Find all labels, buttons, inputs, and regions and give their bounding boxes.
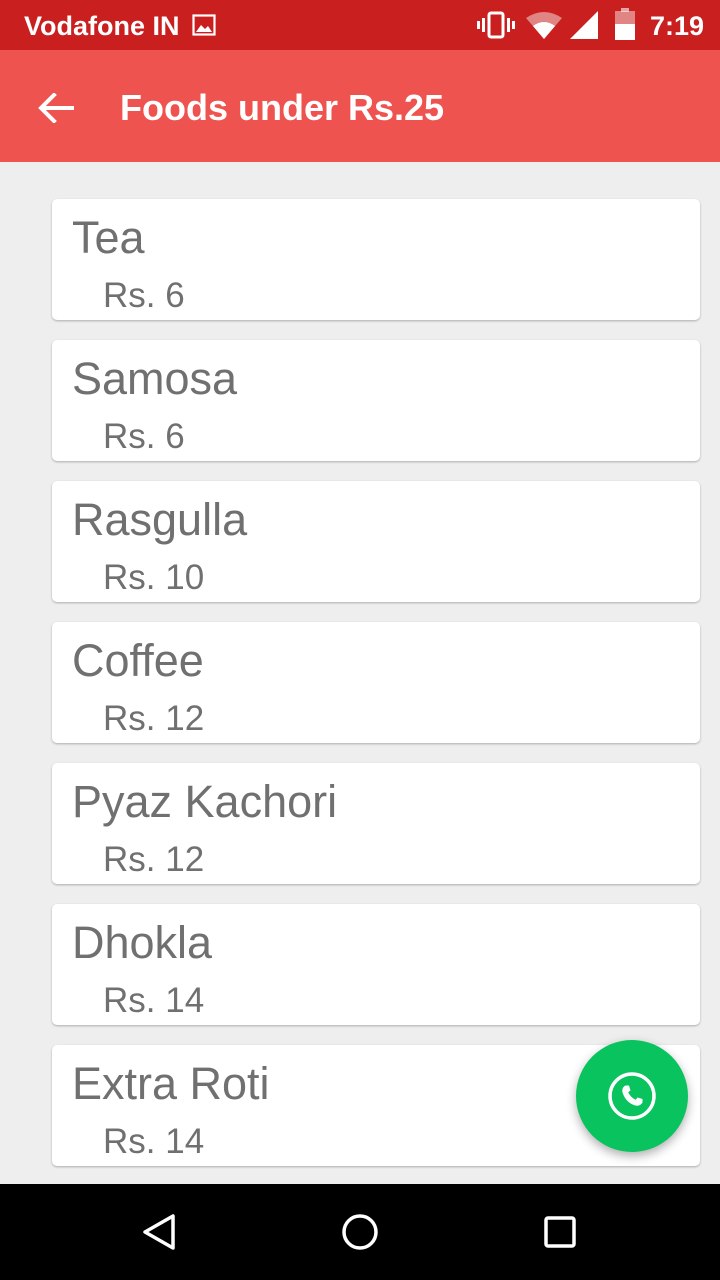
food-item-rasgulla[interactable]: Rasgulla Rs. 10	[52, 481, 700, 602]
food-name: Dhokla	[72, 917, 213, 968]
signal-icon	[570, 11, 598, 39]
food-price: Rs. 10	[103, 558, 205, 597]
app-bar: Foods under Rs.25	[0, 50, 720, 162]
battery-icon	[614, 8, 636, 40]
recents-square-icon	[544, 1216, 576, 1248]
back-triangle-icon	[143, 1214, 175, 1250]
back-button[interactable]	[30, 82, 82, 134]
food-name: Samosa	[72, 353, 238, 404]
home-circle-icon	[342, 1214, 378, 1250]
food-price: Rs. 14	[103, 1122, 205, 1161]
nav-recents-button[interactable]	[530, 1202, 590, 1262]
food-item-dhokla[interactable]: Dhokla Rs. 14	[52, 904, 700, 1025]
food-item-samosa[interactable]: Samosa Rs. 6	[52, 340, 700, 461]
food-name: Coffee	[72, 635, 204, 686]
arrow-left-icon	[38, 93, 74, 123]
food-list[interactable]: Tea Rs. 6 Samosa Rs. 6 Rasgulla Rs. 10 C…	[0, 162, 720, 1184]
wifi-icon	[526, 11, 562, 39]
clock: 7:19	[650, 11, 705, 41]
page-title: Foods under Rs.25	[120, 87, 445, 128]
call-fab-button[interactable]	[576, 1040, 688, 1152]
phone-icon	[608, 1072, 656, 1120]
food-price: Rs. 12	[103, 699, 205, 738]
status-bar: Vodafone IN 7:19	[0, 0, 720, 50]
food-name: Rasgulla	[72, 494, 248, 545]
food-item-pyaz-kachori[interactable]: Pyaz Kachori Rs. 12	[52, 763, 700, 884]
food-name: Extra Roti	[72, 1058, 270, 1109]
food-item-tea[interactable]: Tea Rs. 6	[52, 199, 700, 320]
vibrate-icon	[477, 11, 515, 39]
food-name: Pyaz Kachori	[72, 776, 338, 827]
food-name: Tea	[72, 212, 145, 263]
navigation-bar	[0, 1184, 720, 1280]
food-price: Rs. 14	[103, 981, 205, 1020]
food-price: Rs. 6	[103, 276, 185, 315]
food-item-coffee[interactable]: Coffee Rs. 12	[52, 622, 700, 743]
nav-back-button[interactable]	[130, 1202, 190, 1262]
nav-home-button[interactable]	[330, 1202, 390, 1262]
food-price: Rs. 12	[103, 840, 205, 879]
food-price: Rs. 6	[103, 417, 185, 456]
carrier-name: Vodafone IN	[24, 11, 180, 41]
gallery-icon	[192, 13, 216, 37]
